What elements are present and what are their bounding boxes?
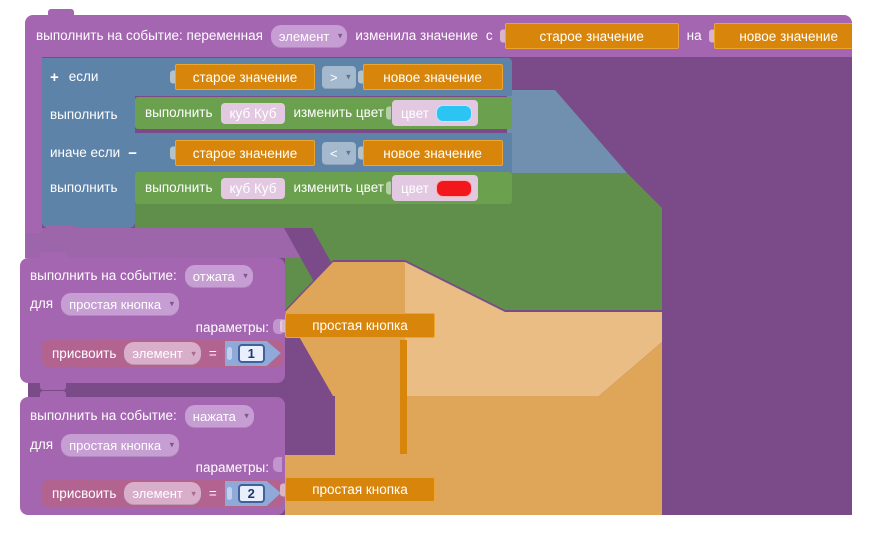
old-value-block[interactable]: старое значение (505, 23, 679, 49)
from-label: с (486, 29, 493, 43)
event-pressed-dropdown[interactable]: нажата (185, 405, 254, 428)
number-value-block-2[interactable]: 2 (225, 481, 281, 506)
cond1-new-value-block[interactable]: новое значение (363, 64, 503, 90)
param-component-block-1[interactable]: простая кнопка (285, 313, 435, 338)
assign-block-1[interactable]: присвоить элемент = 1 (42, 340, 283, 367)
cond1-operator-dropdown[interactable]: > (322, 66, 356, 89)
action1-do-label: выполнить (145, 106, 213, 120)
equals-label-2: = (209, 487, 217, 501)
color-value-block-1[interactable]: цвет (392, 100, 478, 126)
if-label: если (69, 70, 99, 84)
event-released-bottom-bump (40, 383, 66, 390)
param-component-block-2[interactable]: простая кнопка (285, 477, 435, 502)
params-label-2: параметры: (196, 461, 269, 475)
event-pressed-block[interactable]: выполнить на событие: нажата для простая… (20, 397, 285, 515)
changed-value-label: изменила значение (355, 29, 478, 43)
event-pressed-row2: для простая кнопка (20, 432, 285, 458)
for-label-2: для (30, 438, 53, 452)
event-released-dropdown[interactable]: отжата (185, 265, 253, 288)
if-minus-icon[interactable]: − (128, 146, 137, 161)
component-dropdown-1[interactable]: простая кнопка (61, 293, 179, 316)
if-block-header[interactable]: + если старое значение > новое значение (42, 58, 512, 96)
to-label: на (687, 29, 702, 43)
action2-change-color-label: изменить цвет (293, 181, 383, 195)
do-cube-block-1[interactable]: выполнить куб Куб изменить цвет цвет (135, 97, 512, 129)
for-label-1: для (30, 297, 53, 311)
assign-label-1: присвоить (52, 347, 116, 361)
assign-variable-dropdown-1[interactable]: элемент (124, 342, 200, 365)
if-elseif-row: иначе если − старое значение < новое зна… (42, 133, 512, 173)
event-variable-block[interactable]: выполнить на событие: переменная элемент… (25, 15, 852, 57)
new-value-block[interactable]: новое значение (714, 23, 852, 49)
cond2-operator-dropdown[interactable]: < (322, 142, 356, 165)
if-condition-1: старое значение > новое значение (175, 64, 503, 90)
action1-change-color-label: изменить цвет (293, 106, 383, 120)
event-pressed-params-row: параметры: (20, 457, 285, 479)
component-dropdown-2[interactable]: простая кнопка (61, 434, 179, 457)
do-label-2: выполнить (50, 181, 118, 195)
event-pressed-row1: выполнить на событие: нажата (20, 403, 285, 429)
color-swatch-cyan[interactable] (436, 105, 472, 122)
if-block-bottom-tab (46, 226, 76, 236)
cond2-old-value-block[interactable]: старое значение (175, 140, 315, 166)
event-released-row2: для простая кнопка (20, 291, 285, 317)
event-released-block[interactable]: выполнить на событие: отжата для простая… (20, 258, 285, 383)
event-released-row1: выполнить на событие: отжата (20, 263, 285, 289)
param-socket-notch-2 (273, 457, 282, 472)
event-pressed-label: выполнить на событие: (30, 409, 177, 423)
event-variable-label: выполнить на событие: переменная (36, 29, 263, 43)
number-value-field-1[interactable]: 1 (238, 344, 265, 363)
assign-block-2[interactable]: присвоить элемент = 2 (42, 480, 283, 507)
glitch-orange-strip (400, 340, 407, 454)
if-condition-2: старое значение < новое значение (175, 140, 503, 166)
if-do-column-2: выполнить (42, 172, 135, 204)
event-released-params-row: параметры: (20, 317, 285, 339)
do-label-1: выполнить (50, 108, 118, 122)
action2-do-label: выполнить (145, 181, 213, 195)
event-variable-block-left-strip (25, 57, 42, 233)
variable-dropdown[interactable]: элемент (271, 25, 347, 48)
blockly-workspace: выполнить на событие: переменная элемент… (0, 0, 885, 540)
number-value-block-1[interactable]: 1 (225, 341, 281, 366)
params-label-1: параметры: (196, 321, 269, 335)
color-label-2: цвет (401, 181, 429, 196)
elseif-label: иначе если (50, 146, 120, 160)
color-value-block-2[interactable]: цвет (392, 175, 478, 201)
action1-target-field[interactable]: куб Куб (221, 103, 286, 124)
assign-variable-dropdown-2[interactable]: элемент (124, 482, 200, 505)
event-released-label: выполнить на событие: (30, 269, 177, 283)
cond1-old-value-block[interactable]: старое значение (175, 64, 315, 90)
assign-label-2: присвоить (52, 487, 116, 501)
color-label-1: цвет (401, 106, 429, 121)
if-do-column-1: выполнить (42, 96, 135, 133)
color-swatch-red[interactable] (436, 180, 472, 197)
do-cube-block-2[interactable]: выполнить куб Куб изменить цвет цвет (135, 172, 512, 204)
action2-target-field[interactable]: куб Куб (221, 178, 286, 199)
if-block-bottom (42, 204, 135, 228)
if-plus-icon[interactable]: + (50, 70, 59, 85)
number-value-field-2[interactable]: 2 (238, 484, 265, 503)
equals-label-1: = (209, 347, 217, 361)
cond2-new-value-block[interactable]: новое значение (363, 140, 503, 166)
